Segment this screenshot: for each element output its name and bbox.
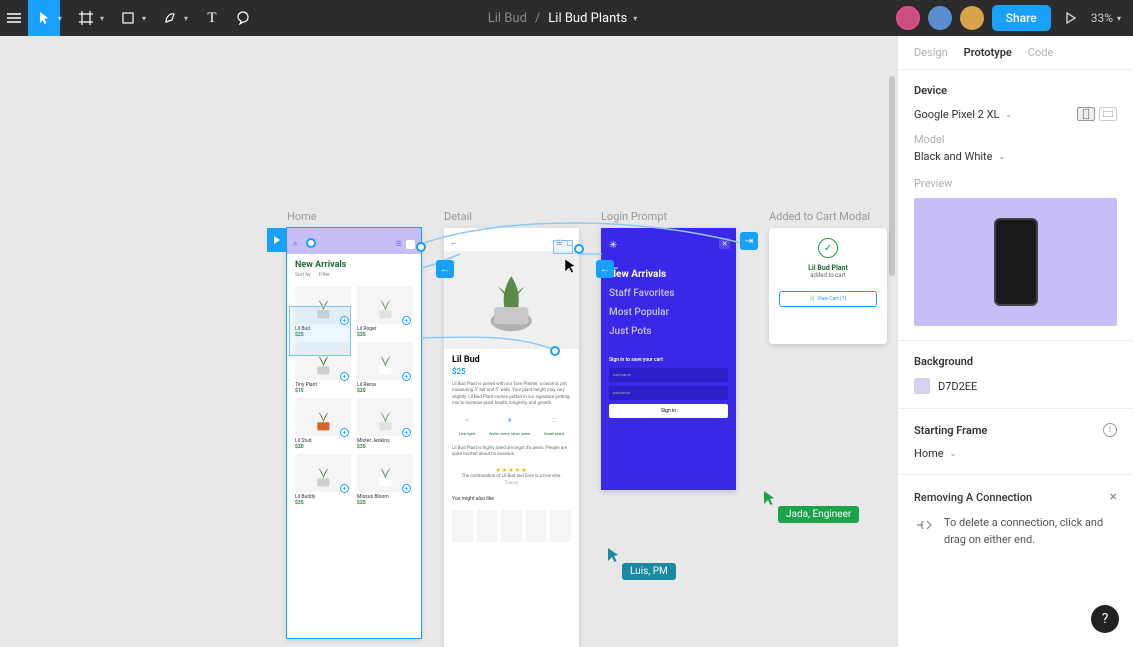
orientation-portrait[interactable] xyxy=(1077,107,1095,121)
present-button[interactable] xyxy=(1059,0,1083,36)
move-tool[interactable] xyxy=(28,0,60,36)
tab-design[interactable]: Design xyxy=(914,46,948,69)
panel-tabs: Design Prototype Code xyxy=(898,36,1133,70)
tip-close-icon[interactable]: × xyxy=(1110,489,1117,505)
multiplayer-label-jada: Jada, Engineer xyxy=(778,506,859,523)
breadcrumb-separator: / xyxy=(535,11,540,26)
model-label: Model xyxy=(914,133,1117,146)
prototype-node[interactable] xyxy=(550,346,560,356)
shape-tool[interactable] xyxy=(112,0,144,36)
file-chevron[interactable]: ▾ xyxy=(633,14,645,23)
top-toolbar: ▾ ▾ ▾ ▾ T Lil Bud / Lil Bud Plants ▾ Sha… xyxy=(0,0,1133,36)
avatar-2[interactable] xyxy=(928,6,952,30)
prototype-connections xyxy=(0,36,897,647)
chevron-down-icon: ⌄ xyxy=(950,449,957,458)
zoom-dropdown[interactable]: 33% ▾ xyxy=(1091,11,1121,25)
tip-title: Removing A Connection xyxy=(914,491,1032,504)
device-section-title: Device xyxy=(914,84,1117,97)
tab-prototype[interactable]: Prototype xyxy=(964,46,1012,69)
pen-tool-chevron[interactable]: ▾ xyxy=(184,14,196,23)
user-cursor xyxy=(564,258,578,278)
device-preview xyxy=(914,198,1117,326)
tip-text: To delete a connection, click and drag o… xyxy=(944,515,1117,548)
shape-tool-chevron[interactable]: ▾ xyxy=(142,14,154,23)
pen-tool[interactable] xyxy=(154,0,186,36)
avatar-3[interactable] xyxy=(960,6,984,30)
prototype-arrow-back[interactable]: ← xyxy=(436,260,454,278)
prototype-node[interactable] xyxy=(416,242,426,252)
move-tool-chevron[interactable]: ▾ xyxy=(58,14,70,23)
model-dropdown[interactable]: Black and White ⌄ xyxy=(914,150,1117,163)
model-value: Black and White xyxy=(914,150,993,163)
prototype-node[interactable] xyxy=(574,244,584,254)
hamburger-menu[interactable] xyxy=(0,0,28,36)
properties-panel: Design Prototype Code Device Google Pixe… xyxy=(897,36,1133,647)
info-icon[interactable]: i xyxy=(1103,423,1117,437)
multiplayer-cursor-jada xyxy=(763,490,777,510)
tab-code[interactable]: Code xyxy=(1028,46,1053,69)
canvas[interactable]: Home ⌕ ☰ New Arrivals Sort by Filter +Li… xyxy=(0,36,897,647)
prototype-arrow-back[interactable]: ← xyxy=(596,260,614,278)
phone-mockup xyxy=(994,218,1038,306)
prototype-node[interactable] xyxy=(306,238,316,248)
avatar-1[interactable] xyxy=(896,6,920,30)
help-button[interactable]: ? xyxy=(1091,605,1119,633)
orientation-landscape[interactable] xyxy=(1099,107,1117,121)
file-name[interactable]: Lil Bud Plants xyxy=(548,11,627,26)
frame-tool[interactable] xyxy=(70,0,102,36)
background-swatch[interactable] xyxy=(914,378,930,394)
prototype-arrow-target[interactable]: ⇥ xyxy=(740,232,758,250)
preview-label: Preview xyxy=(914,177,1117,190)
disconnect-icon xyxy=(914,515,934,535)
frame-tool-chevron[interactable]: ▾ xyxy=(100,14,112,23)
starting-frame-title: Starting Frame xyxy=(914,424,987,437)
zoom-value: 33% xyxy=(1091,11,1113,25)
prototype-hotspot[interactable] xyxy=(553,240,573,254)
multiplayer-cursor-luis xyxy=(607,547,621,567)
chevron-down-icon: ⌄ xyxy=(999,152,1006,161)
background-section-title: Background xyxy=(914,355,1117,368)
text-tool[interactable]: T xyxy=(196,0,228,36)
prototype-hotspot[interactable] xyxy=(289,306,351,356)
starting-frame-value: Home xyxy=(914,447,944,460)
chevron-down-icon: ⌄ xyxy=(1005,110,1012,119)
device-value: Google Pixel 2 XL xyxy=(914,108,999,121)
multiplayer-label-luis: Luis, PM xyxy=(622,563,676,580)
background-value[interactable]: D7D2EE xyxy=(938,380,977,393)
device-dropdown[interactable]: Google Pixel 2 XL ⌄ xyxy=(914,108,1012,121)
team-name[interactable]: Lil Bud xyxy=(488,11,527,26)
tip-card: Removing A Connection × To delete a conn… xyxy=(898,475,1133,562)
starting-frame-dropdown[interactable]: Home ⌄ xyxy=(914,447,1117,460)
share-button[interactable]: Share xyxy=(992,5,1051,31)
comment-tool[interactable] xyxy=(228,0,260,36)
